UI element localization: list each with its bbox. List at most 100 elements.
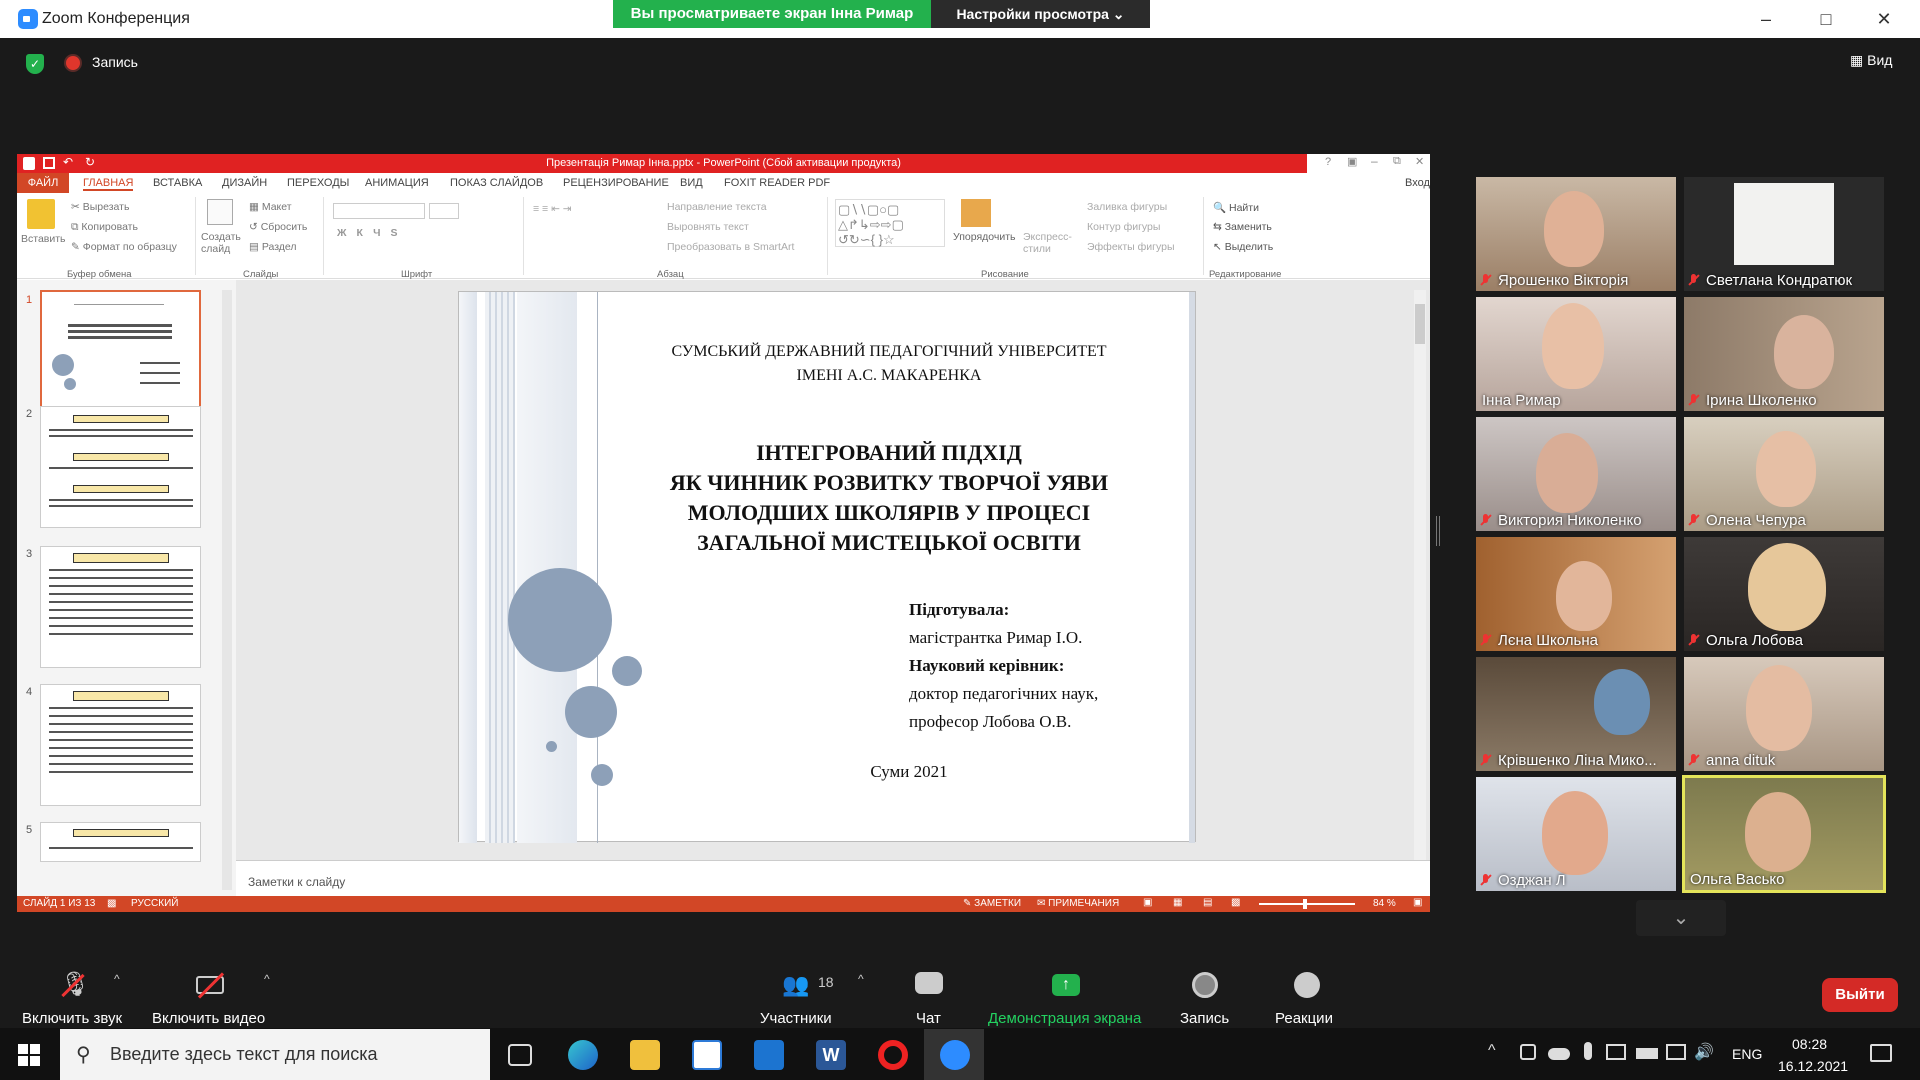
normal-view-icon[interactable]: ▣ bbox=[1143, 897, 1152, 908]
arrange-button[interactable]: Упорядочить bbox=[953, 231, 1015, 243]
maximize-button[interactable]: □ bbox=[1806, 6, 1846, 32]
onedrive-icon[interactable] bbox=[1548, 1048, 1570, 1060]
task-view-icon[interactable] bbox=[508, 1044, 532, 1066]
chat-button[interactable]: Чат bbox=[916, 1010, 941, 1027]
tab-view[interactable]: ВИД bbox=[680, 177, 703, 189]
smartart-button[interactable]: Преобразовать в SmartArt bbox=[667, 241, 794, 253]
view-options-button[interactable]: Настройки просмотра ⌄ bbox=[931, 0, 1150, 28]
input-language[interactable]: ENG bbox=[1732, 1046, 1762, 1062]
ppt-minimize-button[interactable]: – bbox=[1371, 154, 1378, 168]
panel-splitter[interactable] bbox=[1436, 516, 1440, 546]
language-indicator[interactable]: РУССКИЙ bbox=[131, 898, 178, 909]
layout-button[interactable]: ▦ Макет bbox=[249, 201, 292, 213]
slide-sorter-icon[interactable]: ▦ bbox=[1173, 897, 1182, 908]
minimize-button[interactable]: – bbox=[1746, 6, 1786, 32]
participants-options-caret[interactable]: ^ bbox=[858, 972, 864, 986]
tab-insert[interactable]: ВСТАВКА bbox=[153, 177, 202, 189]
security-shield-icon[interactable]: ✓ bbox=[26, 54, 44, 74]
participant-tile[interactable]: Виктория Николенко bbox=[1476, 417, 1676, 531]
participant-tile[interactable]: Ольга Лобова bbox=[1684, 537, 1884, 651]
participants-button[interactable]: Участники bbox=[760, 1010, 832, 1027]
clock-time[interactable]: 08:28 bbox=[1792, 1036, 1827, 1052]
tab-review[interactable]: РЕЦЕНЗИРОВАНИЕ bbox=[563, 177, 669, 189]
ppt-restore-button[interactable]: ⧉ bbox=[1393, 155, 1401, 168]
align-text-button[interactable]: Выровнять текст bbox=[667, 221, 749, 233]
slide-thumbnail-3[interactable] bbox=[40, 546, 201, 668]
sign-in-link[interactable]: Вход bbox=[1405, 177, 1430, 189]
shape-outline-button[interactable]: Контур фигуры bbox=[1087, 221, 1160, 233]
file-explorer-icon[interactable] bbox=[630, 1040, 660, 1070]
video-options-caret[interactable]: ^ bbox=[264, 972, 270, 986]
participant-tile[interactable]: Озджан Л bbox=[1476, 777, 1676, 891]
undo-icon[interactable]: ↶ bbox=[63, 155, 73, 169]
tab-animations[interactable]: АНИМАЦИЯ bbox=[365, 177, 429, 189]
display-icon[interactable] bbox=[1666, 1044, 1686, 1060]
participant-tile-active-speaker[interactable]: Ольга Васько bbox=[1682, 775, 1886, 893]
tab-file[interactable]: ФАЙЛ bbox=[17, 173, 69, 193]
view-button[interactable]: ▦ Вид bbox=[1850, 52, 1892, 69]
participant-tile[interactable]: Лєна Школьна bbox=[1476, 537, 1676, 651]
select-button[interactable]: ↖ Выделить bbox=[1213, 241, 1273, 253]
slideshow-icon[interactable]: ▩ bbox=[1231, 897, 1240, 908]
microphone-tray-icon[interactable] bbox=[1584, 1042, 1592, 1060]
start-video-button[interactable]: Включить видео bbox=[152, 1010, 265, 1027]
leave-meeting-button[interactable]: Выйти bbox=[1822, 978, 1898, 1012]
unmute-button[interactable]: Включить звук bbox=[22, 1010, 122, 1027]
notifications-icon[interactable] bbox=[1870, 1044, 1892, 1062]
tab-design[interactable]: ДИЗАЙН bbox=[222, 177, 267, 189]
opera-icon[interactable] bbox=[878, 1040, 908, 1070]
record-button[interactable]: Запись bbox=[1180, 1010, 1229, 1027]
volume-icon[interactable]: 🔊 bbox=[1694, 1042, 1714, 1062]
reactions-icon[interactable] bbox=[1294, 972, 1320, 998]
notes-toggle[interactable]: ✎ ЗАМЕТКИ bbox=[963, 898, 1021, 909]
reactions-button[interactable]: Реакции bbox=[1275, 1010, 1333, 1027]
shape-effects-button[interactable]: Эффекты фигуры bbox=[1087, 241, 1175, 253]
section-button[interactable]: ▤ Раздел bbox=[249, 241, 297, 253]
audio-options-caret[interactable]: ^ bbox=[114, 972, 120, 986]
paste-button[interactable]: Вставить bbox=[21, 233, 66, 245]
slide-thumbnail-2[interactable] bbox=[40, 406, 201, 528]
tab-foxit[interactable]: FOXIT READER PDF bbox=[724, 177, 830, 189]
copy-button[interactable]: ⧉ Копировать bbox=[71, 221, 138, 234]
find-button[interactable]: 🔍 Найти bbox=[1213, 201, 1259, 214]
slide-thumbnail-4[interactable] bbox=[40, 684, 201, 806]
slide-canvas[interactable]: СУМСЬКИЙ ДЕРЖАВНИЙ ПЕДАГОГІЧНИЙ УНІВЕРСИ… bbox=[458, 291, 1196, 843]
slide-scrollbar[interactable] bbox=[1414, 290, 1426, 870]
reset-button[interactable]: ↺ Сбросить bbox=[249, 221, 307, 233]
gallery-next-page-button[interactable]: ⌄ bbox=[1636, 900, 1726, 936]
replace-button[interactable]: ⇆ Заменить bbox=[1213, 221, 1272, 233]
participant-tile[interactable]: Олена Чепура bbox=[1684, 417, 1884, 531]
zoom-level[interactable]: 84 % bbox=[1373, 898, 1396, 909]
participant-tile[interactable]: Ярошенко Вікторія bbox=[1476, 177, 1676, 291]
fit-slide-icon[interactable]: ▣ bbox=[1413, 897, 1422, 908]
bullets-icon[interactable]: ≡ ≡ ⇤ ⇥ bbox=[533, 203, 572, 215]
store-icon[interactable] bbox=[692, 1040, 722, 1070]
word-icon[interactable]: W bbox=[816, 1040, 846, 1070]
tab-slideshow[interactable]: ПОКАЗ СЛАЙДОВ bbox=[450, 177, 543, 189]
slide-thumbnail-5[interactable] bbox=[40, 822, 201, 862]
windows-start-icon[interactable] bbox=[18, 1044, 40, 1066]
arrange-icon[interactable] bbox=[961, 199, 991, 227]
font-size-select[interactable] bbox=[429, 203, 459, 219]
shape-fill-button[interactable]: Заливка фигуры bbox=[1087, 201, 1167, 213]
cut-button[interactable]: ✂ Вырезать bbox=[71, 201, 129, 213]
tab-transitions[interactable]: ПЕРЕХОДЫ bbox=[287, 177, 349, 189]
paste-icon[interactable] bbox=[27, 199, 55, 229]
participants-icon[interactable]: 👥 bbox=[782, 972, 809, 998]
scrollbar-thumb[interactable] bbox=[1415, 304, 1425, 344]
slide-thumbnail-1[interactable] bbox=[40, 290, 201, 412]
share-screen-icon[interactable]: ↑ bbox=[1052, 974, 1080, 996]
tab-home[interactable]: ГЛАВНАЯ bbox=[83, 177, 134, 191]
taskbar-search-box[interactable]: ⚲ Введите здесь текст для поиска bbox=[60, 1029, 490, 1080]
participant-tile[interactable]: Ірина Школенко bbox=[1684, 297, 1884, 411]
participant-tile[interactable]: Інна Римар bbox=[1476, 297, 1676, 411]
close-button[interactable]: ✕ bbox=[1864, 6, 1904, 32]
zoom-slider[interactable] bbox=[1259, 899, 1355, 909]
ppt-ribbon-display-icon[interactable]: ▣ bbox=[1347, 155, 1357, 168]
save-icon[interactable] bbox=[43, 157, 55, 169]
record-icon[interactable] bbox=[1192, 972, 1218, 998]
text-direction-button[interactable]: Направление текста bbox=[667, 201, 767, 213]
mail-icon[interactable] bbox=[754, 1040, 784, 1070]
network-icon[interactable] bbox=[1606, 1044, 1626, 1060]
participant-tile[interactable]: anna dituk bbox=[1684, 657, 1884, 771]
